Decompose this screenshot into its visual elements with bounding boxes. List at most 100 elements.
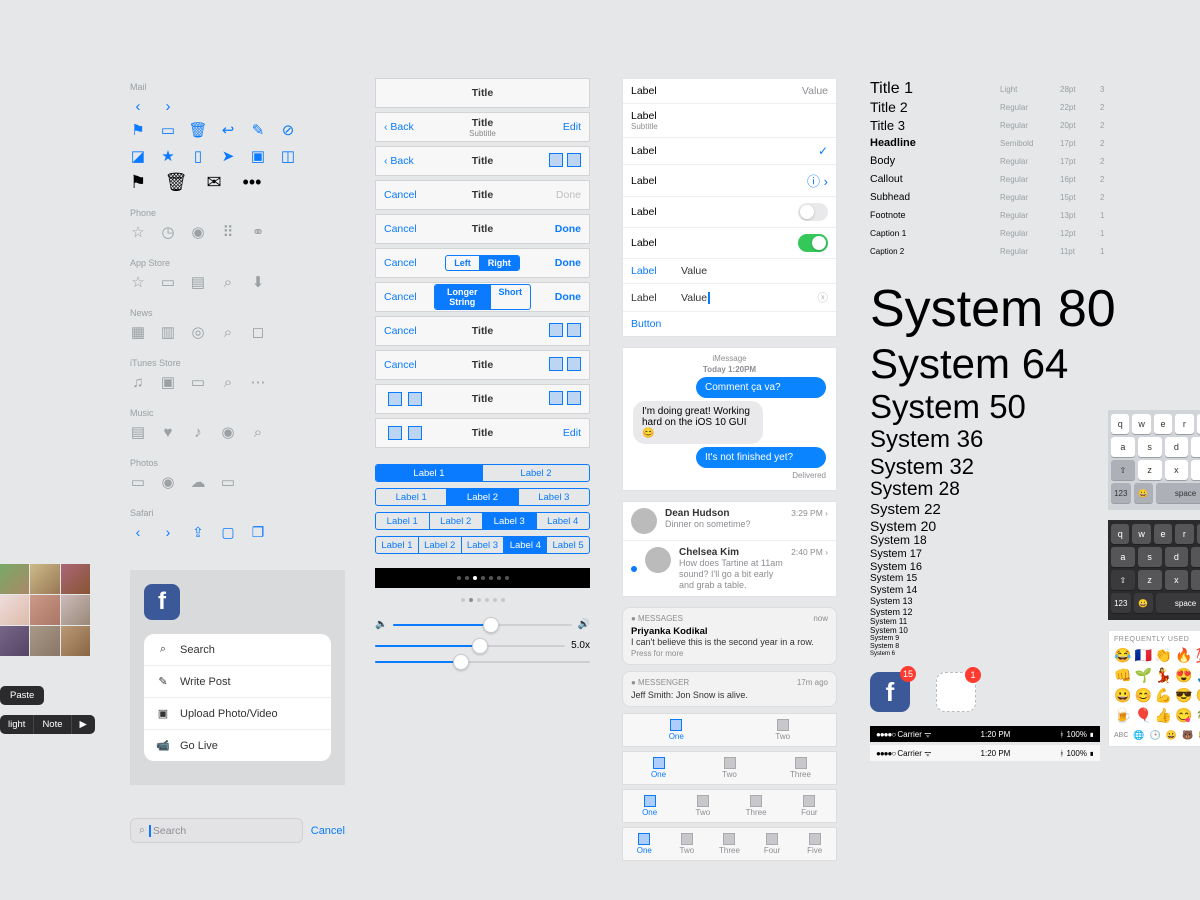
radio-icon[interactable]: ◉ <box>220 424 236 440</box>
sheet-item[interactable]: ▣Upload Photo/Video <box>144 698 331 730</box>
emoji[interactable]: 😀 <box>1114 687 1131 704</box>
list-row[interactable]: Labelⓘ › <box>623 165 836 197</box>
key[interactable]: c <box>1191 460 1200 480</box>
nav-left[interactable] <box>384 426 434 440</box>
text-input-row[interactable]: LabelValueⓧ <box>623 284 836 312</box>
search-icon[interactable]: ⌕ <box>250 424 266 440</box>
emoji[interactable]: 🙏 <box>1196 667 1200 684</box>
bookmarks-icon[interactable]: ▢ <box>220 524 236 540</box>
segmented-control[interactable]: Label 1Label 2Label 3Label 4Label 5 <box>375 536 590 554</box>
emoji[interactable]: 😋 <box>1175 707 1192 724</box>
photos-icon[interactable]: ▭ <box>130 474 146 490</box>
emoji[interactable]: 🇫🇷 <box>1134 647 1151 664</box>
emoji-categories[interactable]: ABC🌐🕒😀🐻🍔 <box>1114 730 1200 741</box>
note-menu[interactable]: lightNote▶ <box>0 715 95 734</box>
music2-icon[interactable]: ♫ <box>130 374 146 390</box>
nav-right[interactable]: Edit <box>531 121 581 133</box>
saved-icon[interactable]: ◻ <box>250 324 266 340</box>
search-icon[interactable]: ⌕ <box>220 324 236 340</box>
bubble-outgoing[interactable]: Comment ça va? <box>696 377 826 398</box>
doc-icon[interactable]: ▯ <box>190 148 206 164</box>
trash-icon[interactable]: 🗑 <box>190 122 206 138</box>
key[interactable]: e <box>1154 524 1172 544</box>
send-icon[interactable]: ➤ <box>220 148 236 164</box>
key[interactable]: 😀 <box>1134 483 1154 503</box>
top-icon[interactable]: ▤ <box>190 274 206 290</box>
search-icon[interactable]: ⌕ <box>220 374 236 390</box>
featured-icon[interactable]: ☆ <box>130 274 146 290</box>
list-row[interactable]: Label <box>623 228 836 259</box>
photo-grid[interactable] <box>0 564 90 656</box>
nav-left[interactable]: ‹ Back <box>384 121 434 133</box>
tab-item[interactable]: One <box>623 790 676 822</box>
key[interactable]: z <box>1138 570 1162 590</box>
switch-off[interactable] <box>798 203 828 221</box>
key[interactable]: c <box>1191 570 1200 590</box>
emoji[interactable]: 💯 <box>1196 647 1200 664</box>
more-icon[interactable]: ••• <box>244 174 260 190</box>
emoji-picker[interactable]: FREQUENTLY USED 😂🇫🇷👏🔥💯🎉👊🌱💃😍🙏🏆😀😊💪😎😬✨🍺🎈👍😋🌴… <box>1108 630 1200 747</box>
tab-item[interactable]: Three <box>730 790 783 822</box>
safari-back-icon[interactable]: ‹ <box>130 524 146 540</box>
wireframe-app-icon[interactable]: 1 <box>936 672 976 712</box>
foryou-icon[interactable]: ▦ <box>130 324 146 340</box>
tab-item[interactable]: Five <box>793 828 836 860</box>
tab-item[interactable]: Two <box>676 790 729 822</box>
emoji[interactable]: 😬 <box>1196 687 1200 704</box>
key[interactable]: ⇧ <box>1111 460 1135 480</box>
mail-unread-icon[interactable]: ✉︎ <box>206 174 222 190</box>
nav-right[interactable] <box>531 323 581 340</box>
key[interactable]: e <box>1154 414 1172 434</box>
thread-item[interactable]: Chelsea KimHow does Tartine at 11am soun… <box>623 541 836 596</box>
tab-item[interactable]: Three <box>708 828 751 860</box>
value-slider[interactable]: 5.0x <box>375 640 590 651</box>
back-chevron-icon[interactable]: ‹ <box>130 98 146 114</box>
segmented-control[interactable]: Label 1Label 2Label 3 <box>375 488 590 506</box>
categories-icon[interactable]: ▭ <box>160 274 176 290</box>
emoji[interactable]: 🌴 <box>1196 707 1200 724</box>
sheet-item[interactable]: ✎Write Post <box>144 666 331 698</box>
voicemail-icon[interactable]: ⚭ <box>250 224 266 240</box>
nav-left[interactable]: Cancel <box>384 325 434 337</box>
notification[interactable]: ● MESSAGESnowPriyanka KodikalI can't bel… <box>622 607 837 665</box>
tv-icon[interactable]: ▭ <box>190 374 206 390</box>
plain-slider[interactable] <box>375 661 590 663</box>
search-icon[interactable]: ⌕ <box>220 274 236 290</box>
list-row[interactable]: LabelValue <box>623 79 836 104</box>
flag-solid-icon[interactable]: ⚑ <box>130 174 146 190</box>
emoji[interactable]: 🔥 <box>1175 647 1192 664</box>
tab-item[interactable]: One <box>623 752 694 784</box>
key[interactable]: x <box>1165 460 1189 480</box>
key[interactable]: s <box>1138 547 1162 567</box>
notification[interactable]: ● MESSENGER17m agoJeff Smith: Jon Snow i… <box>622 671 837 707</box>
key[interactable]: d <box>1165 547 1189 567</box>
key[interactable]: s <box>1138 437 1162 457</box>
keypad-icon[interactable]: ⠿ <box>220 224 236 240</box>
volume-slider[interactable]: 🔈 🔊 <box>375 619 590 630</box>
tab-item[interactable]: Three <box>765 752 836 784</box>
key[interactable]: 123 <box>1111 483 1131 503</box>
bubble-outgoing[interactable]: It's not finished yet? <box>696 447 826 468</box>
key[interactable]: q <box>1111 414 1129 434</box>
tab-item[interactable]: Four <box>783 790 836 822</box>
key[interactable]: ⇧ <box>1111 570 1135 590</box>
emoji[interactable]: 😎 <box>1175 687 1192 704</box>
page-dots-light[interactable] <box>375 591 590 609</box>
nav-left[interactable]: Cancel <box>384 223 434 235</box>
tab-item[interactable]: Two <box>666 828 709 860</box>
emoji[interactable]: 😊 <box>1134 687 1151 704</box>
compose-icon[interactable]: ✎ <box>250 122 266 138</box>
key[interactable]: z <box>1138 460 1162 480</box>
page-dots-dark[interactable] <box>375 568 590 588</box>
facebook-app-icon[interactable]: f15 <box>870 672 910 712</box>
emoji[interactable]: 👊 <box>1114 667 1131 684</box>
tray-icon[interactable]: ◫ <box>280 148 296 164</box>
forward-chevron-icon[interactable]: › <box>160 98 176 114</box>
contacts-icon[interactable]: ◉ <box>190 224 206 240</box>
inbox-icon[interactable]: ◪ <box>130 148 146 164</box>
key[interactable]: f <box>1191 437 1200 457</box>
emoji[interactable]: 💃 <box>1155 667 1172 684</box>
recents-icon[interactable]: ◷ <box>160 224 176 240</box>
reply-icon[interactable]: ↩ <box>220 122 236 138</box>
key[interactable]: f <box>1191 547 1200 567</box>
